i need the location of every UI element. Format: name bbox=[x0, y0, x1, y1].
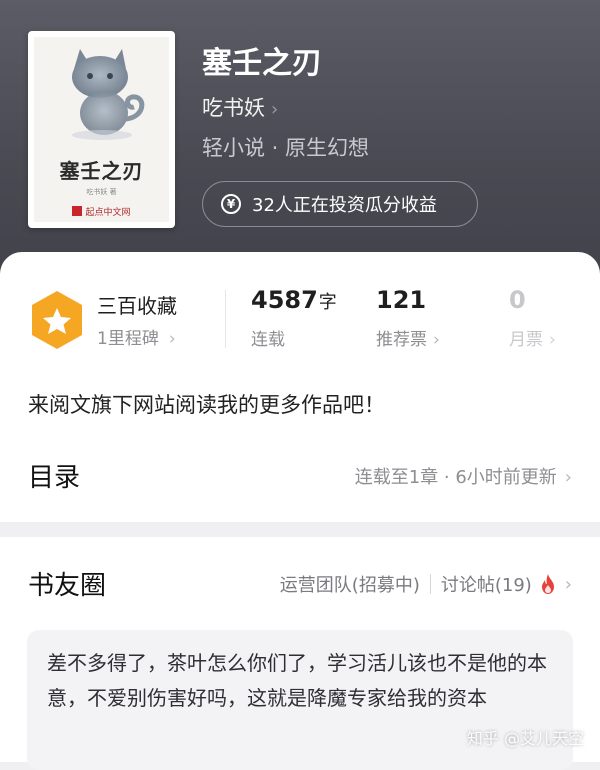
invest-button[interactable]: ¥ 32人正在投资瓜分收益 bbox=[202, 181, 478, 227]
chevron-right-icon: › bbox=[271, 99, 279, 120]
discussion-link[interactable]: 讨论帖(19) bbox=[441, 571, 532, 597]
ops-team-link[interactable]: 运营团队(招募中) bbox=[280, 571, 420, 597]
word-count-value: 4587 bbox=[251, 286, 318, 314]
monthly-votes-value: 0 bbox=[509, 286, 526, 314]
monthly-votes-label: 月票 bbox=[509, 330, 543, 350]
publisher-logo: 起点中文网 bbox=[34, 205, 169, 218]
post-preview-card[interactable]: 差不多得了，茶叶怎么你们了，学习活儿该也不是他的本意，不爱别伤害好吗，这就是降魔… bbox=[27, 630, 573, 770]
book-info-card: 三百收藏 1里程碑 › 4587字 连载 121 推荐票 › 0 月票 › 来阅文旗下… bbox=[0, 252, 600, 522]
divider bbox=[429, 574, 431, 594]
divider bbox=[225, 290, 226, 348]
word-count: 4587字 bbox=[251, 286, 337, 314]
author-name: 吃书妖 bbox=[202, 96, 265, 120]
serial-status: 连载 bbox=[251, 330, 285, 350]
publisher-mark-icon bbox=[72, 206, 83, 216]
star-badge-icon[interactable] bbox=[30, 290, 84, 350]
toc-status-link[interactable]: 连载至1章 · 6小时前更新 › bbox=[355, 463, 572, 489]
book-circle-title[interactable]: 书友圈 bbox=[28, 565, 106, 602]
watermark: 知乎 @艾儿天空 bbox=[466, 729, 584, 748]
word-count-unit: 字 bbox=[318, 292, 337, 313]
book-title: 塞壬之刃 bbox=[202, 46, 322, 81]
chevron-right-icon: › bbox=[564, 467, 572, 488]
toc-title[interactable]: 目录 bbox=[28, 457, 80, 494]
chevron-right-icon[interactable]: › bbox=[565, 574, 572, 595]
cover-author: 吃书妖 著 bbox=[86, 188, 117, 196]
book-cover[interactable]: 塞壬之刃 吃书妖 著 起点中文网 bbox=[28, 31, 175, 228]
promo-link[interactable]: 来阅文旗下网站阅读我的更多作品吧！ bbox=[28, 389, 385, 419]
yen-coin-icon: ¥ bbox=[221, 194, 241, 214]
chevron-right-icon: › bbox=[433, 330, 440, 350]
cover-title: 塞壬之刃 bbox=[59, 159, 144, 183]
author-link[interactable]: 吃书妖 › bbox=[202, 92, 278, 122]
recommend-votes-link[interactable]: 推荐票 › bbox=[376, 325, 440, 350]
toc-status: 连载至1章 · 6小时前更新 bbox=[354, 467, 557, 488]
invest-label: 32人正在投资瓜分收益 bbox=[252, 195, 437, 216]
recommend-votes-label: 推荐票 bbox=[376, 330, 427, 350]
post-text: 差不多得了，茶叶怎么你们了，学习活儿该也不是他的本意，不爱别伤害好吗，这就是降魔… bbox=[47, 651, 547, 710]
recommend-votes-value: 121 bbox=[376, 286, 427, 314]
chevron-right-icon: › bbox=[549, 330, 556, 350]
collection-milestone-title[interactable]: 三百收藏 bbox=[97, 290, 177, 319]
publisher-name: 起点中文网 bbox=[85, 208, 131, 218]
cover-art: 塞壬之刃 吃书妖 著 起点中文网 bbox=[34, 37, 169, 222]
chevron-right-icon: › bbox=[168, 329, 176, 349]
milestone-count: 1里程碑 bbox=[97, 329, 159, 349]
cat-illustration-icon bbox=[72, 49, 145, 140]
book-header: 塞壬之刃 吃书妖 著 起点中文网 塞壬之刃 吃书妖 › 轻小说 · 原生幻想 ¥ … bbox=[0, 0, 600, 290]
genre-tags: 轻小说 · 原生幻想 bbox=[202, 136, 370, 160]
book-circle-links: 运营团队(招募中) 讨论帖(19) › bbox=[280, 571, 572, 597]
milestone-link[interactable]: 1里程碑 › bbox=[97, 324, 176, 349]
fire-icon bbox=[541, 574, 554, 594]
monthly-votes-link[interactable]: 月票 › bbox=[509, 325, 556, 350]
